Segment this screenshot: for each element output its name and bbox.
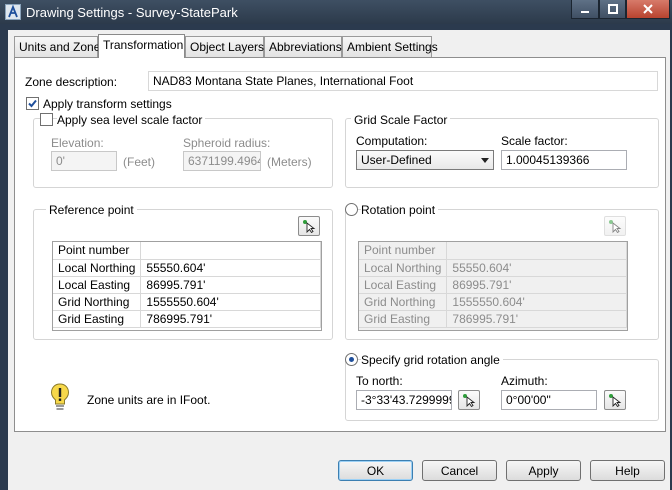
row-value: 86995.791' — [446, 276, 627, 294]
help-button[interactable]: Help — [590, 460, 665, 481]
row-label: Grid Northing — [53, 293, 142, 311]
minimize-button[interactable] — [571, 0, 599, 19]
reference-point-title: Reference point — [46, 203, 137, 217]
apply-button[interactable]: Apply — [506, 460, 581, 481]
row-label: Point number — [53, 242, 142, 260]
tab-transformation[interactable]: Transformation — [98, 34, 185, 58]
apply-transform-checkbox[interactable] — [26, 97, 39, 110]
checkmark-icon — [28, 99, 37, 108]
grid-rotation-radio[interactable] — [345, 353, 358, 366]
transformation-panel: Zone description: NAD83 Montana State Pl… — [14, 57, 666, 432]
grid-scale-title: Grid Scale Factor — [351, 113, 451, 127]
row-value[interactable]: 55550.604' — [140, 259, 321, 277]
row-label: Grid Easting — [53, 310, 142, 328]
tab-ambient-settings[interactable]: Ambient Settings — [342, 36, 438, 57]
table-row: Point number — [359, 242, 627, 260]
drawing-settings-window: Drawing Settings - Survey-StatePark Unit… — [0, 0, 672, 490]
reference-point-pick-button[interactable] — [298, 216, 320, 236]
table-row: Grid Easting 786995.791' — [359, 310, 627, 328]
table-row[interactable]: Point number — [53, 242, 321, 260]
spheroid-radius-label: Spheroid radius: — [183, 136, 271, 150]
chevron-down-icon — [481, 158, 489, 163]
row-value[interactable]: 786995.791' — [140, 310, 321, 328]
elevation-input[interactable]: 0' — [51, 151, 117, 171]
close-icon — [643, 4, 653, 14]
sea-level-checkbox[interactable] — [40, 113, 53, 126]
reference-point-table: Point number Local Northing 55550.604' Lo… — [52, 241, 322, 331]
title-bar[interactable]: Drawing Settings - Survey-StatePark — [0, 0, 672, 24]
table-row: Local Northing 55550.604' — [359, 259, 627, 277]
cancel-button[interactable]: Cancel — [422, 460, 497, 481]
rotation-point-pick-button[interactable] — [604, 216, 626, 236]
tab-abbreviations[interactable]: Abbreviations — [264, 36, 342, 57]
zone-description-label: Zone description: — [25, 75, 118, 89]
table-row: Grid Northing 1555550.604' — [359, 293, 627, 311]
table-row[interactable]: Grid Easting 786995.791' — [53, 310, 321, 328]
scale-factor-input[interactable]: 1.00045139366 — [501, 150, 627, 170]
zone-units-info: Zone units are in IFoot. — [87, 393, 211, 407]
row-label: Local Northing — [359, 259, 448, 277]
row-value[interactable]: 1555550.604' — [140, 293, 321, 311]
grid-rotation-title: Specify grid rotation angle — [361, 353, 503, 367]
spheroid-radius-input[interactable]: 6371199.4964 — [183, 151, 261, 171]
row-value[interactable] — [140, 242, 321, 260]
elevation-label: Elevation: — [51, 136, 104, 150]
sea-level-label: Apply sea level scale factor — [57, 113, 206, 127]
rotation-point-title: Rotation point — [361, 203, 439, 217]
to-north-input[interactable]: -3°33'43.7299999 — [356, 390, 452, 410]
maximize-button[interactable] — [599, 0, 626, 19]
dialog-client: Units and Zone Transformation Object Lay… — [8, 30, 670, 490]
table-row: Local Easting 86995.791' — [359, 276, 627, 294]
azimuth-label: Azimuth: — [501, 374, 548, 388]
to-north-label: To north: — [356, 374, 403, 388]
spheroid-radius-unit: (Meters) — [267, 155, 312, 169]
rotation-point-radio[interactable] — [345, 203, 358, 216]
row-value[interactable]: 86995.791' — [140, 276, 321, 294]
scale-factor-label: Scale factor: — [501, 134, 568, 148]
table-row[interactable]: Local Easting 86995.791' — [53, 276, 321, 294]
lightbulb-icon — [50, 383, 70, 410]
ok-button[interactable]: OK — [338, 460, 413, 481]
elevation-unit: (Feet) — [123, 155, 156, 169]
pick-point-icon — [463, 394, 476, 407]
azimuth-input[interactable]: 0°00'00" — [501, 390, 597, 410]
computation-label: Computation: — [356, 134, 428, 148]
azimuth-pick-button[interactable] — [604, 390, 626, 410]
tab-object-layers[interactable]: Object Layers — [185, 36, 264, 57]
computation-value: User-Defined — [361, 153, 432, 167]
app-icon — [5, 4, 21, 20]
row-label: Local Easting — [53, 276, 142, 294]
row-value: 786995.791' — [446, 310, 627, 328]
row-label: Local Easting — [359, 276, 448, 294]
pick-point-icon — [609, 394, 622, 407]
rotation-point-table: Point number Local Northing 55550.604' Lo… — [358, 241, 628, 331]
computation-select[interactable]: User-Defined — [356, 150, 494, 170]
table-row[interactable]: Grid Northing 1555550.604' — [53, 293, 321, 311]
row-label: Local Northing — [53, 259, 142, 277]
row-label: Grid Northing — [359, 293, 448, 311]
row-value: 1555550.604' — [446, 293, 627, 311]
apply-transform-label: Apply transform settings — [43, 97, 172, 111]
row-label: Grid Easting — [359, 310, 448, 328]
tab-units-and-zone[interactable]: Units and Zone — [14, 36, 100, 57]
button-bar: OK Cancel Apply Help — [8, 448, 670, 490]
zone-description-field: NAD83 Montana State Planes, Internationa… — [148, 71, 658, 91]
window-title: Drawing Settings - Survey-StatePark — [26, 5, 238, 20]
close-button[interactable] — [626, 0, 670, 19]
pick-point-icon — [609, 220, 622, 233]
row-label: Point number — [359, 242, 448, 260]
pick-point-icon — [303, 220, 316, 233]
table-row[interactable]: Local Northing 55550.604' — [53, 259, 321, 277]
row-value: 55550.604' — [446, 259, 627, 277]
to-north-pick-button[interactable] — [458, 390, 480, 410]
row-value — [446, 242, 627, 260]
